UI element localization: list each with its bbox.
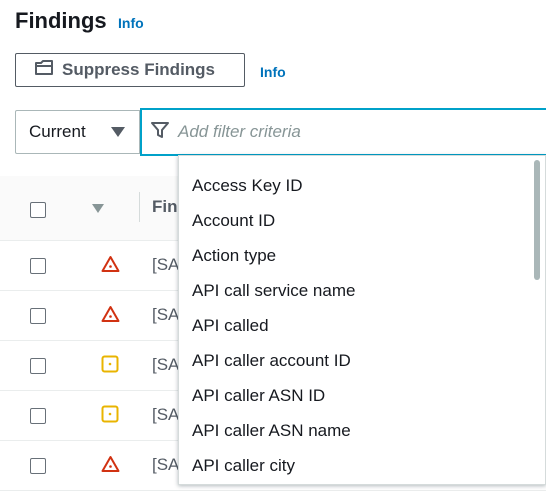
filter-option[interactable]: API caller ASN name: [192, 421, 351, 441]
severity-medium-icon: [101, 405, 119, 428]
sort-down-icon[interactable]: [92, 204, 104, 213]
filter-option[interactable]: Action type: [192, 246, 276, 266]
actions-info-link[interactable]: Info: [260, 64, 286, 80]
row-checkbox[interactable]: [30, 358, 46, 374]
filter-icon: [150, 120, 170, 145]
filter-option[interactable]: API caller ASN ID: [192, 386, 325, 406]
filter-option[interactable]: API caller account ID: [192, 351, 351, 371]
filter-input[interactable]: Add filter criteria: [140, 108, 546, 156]
row-checkbox[interactable]: [30, 458, 46, 474]
severity-high-icon: [101, 305, 120, 328]
row-checkbox[interactable]: [30, 308, 46, 324]
filter-placeholder: Add filter criteria: [178, 122, 301, 141]
page-title: Findings: [15, 8, 107, 33]
severity-medium-icon: [101, 355, 119, 378]
finding-title[interactable]: [SA: [152, 405, 179, 425]
finding-title[interactable]: [SA: [152, 255, 179, 275]
select-all-checkbox[interactable]: [30, 202, 46, 218]
select-value: Current: [29, 122, 86, 141]
filter-option[interactable]: Account ID: [192, 211, 275, 231]
caret-down-icon: [111, 127, 125, 137]
archive-icon: [34, 59, 54, 82]
finding-title[interactable]: [SA: [152, 355, 179, 375]
row-checkbox[interactable]: [30, 258, 46, 274]
filter-option[interactable]: API called: [192, 316, 269, 336]
finding-title[interactable]: [SA: [152, 305, 179, 325]
filter-option[interactable]: API call service name: [192, 281, 355, 301]
severity-high-icon: [101, 255, 120, 278]
row-checkbox[interactable]: [30, 408, 46, 424]
findings-status-select[interactable]: Current: [15, 110, 140, 154]
suppress-findings-label: Suppress Findings: [62, 60, 216, 79]
filter-option[interactable]: API caller city: [192, 456, 295, 476]
severity-high-icon: [101, 455, 120, 478]
suppress-findings-button[interactable]: Suppress Findings: [15, 53, 245, 87]
title-info-link[interactable]: Info: [118, 15, 144, 31]
dropdown-scrollbar[interactable]: [534, 160, 540, 280]
filter-option[interactable]: Access Key ID: [192, 176, 303, 196]
filter-property-dropdown: Access Key ID Account ID Action type API…: [178, 155, 546, 485]
column-divider: [139, 192, 140, 222]
finding-title[interactable]: [SA: [152, 455, 179, 475]
column-header-finding[interactable]: Fin: [152, 197, 178, 217]
